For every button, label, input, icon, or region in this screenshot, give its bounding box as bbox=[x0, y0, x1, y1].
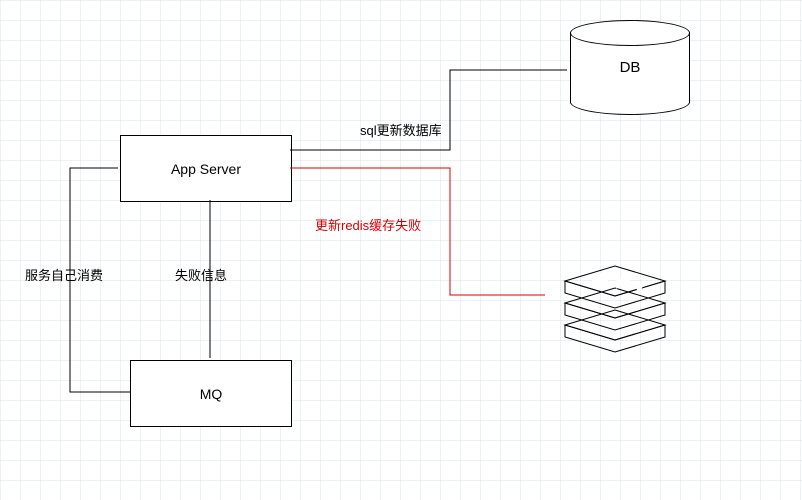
diagram-canvas: App Server MQ DB bbox=[0, 0, 802, 500]
edge-app-to-mq-label: 失败信息 bbox=[175, 265, 227, 284]
node-app-server: App Server bbox=[120, 135, 292, 202]
node-db: DB bbox=[570, 20, 690, 115]
node-mq-label: MQ bbox=[200, 386, 223, 402]
edge-app-to-db-label: sql更新数据库 bbox=[360, 120, 442, 139]
redis-icon bbox=[545, 245, 685, 355]
edge-mq-to-app-label: 服务自己消费 bbox=[25, 265, 103, 284]
node-db-label: DB bbox=[620, 59, 641, 76]
edge-app-to-redis-label: 更新redis缓存失败 bbox=[315, 215, 421, 234]
node-mq: MQ bbox=[130, 360, 292, 427]
node-app-server-label: App Server bbox=[171, 161, 241, 177]
